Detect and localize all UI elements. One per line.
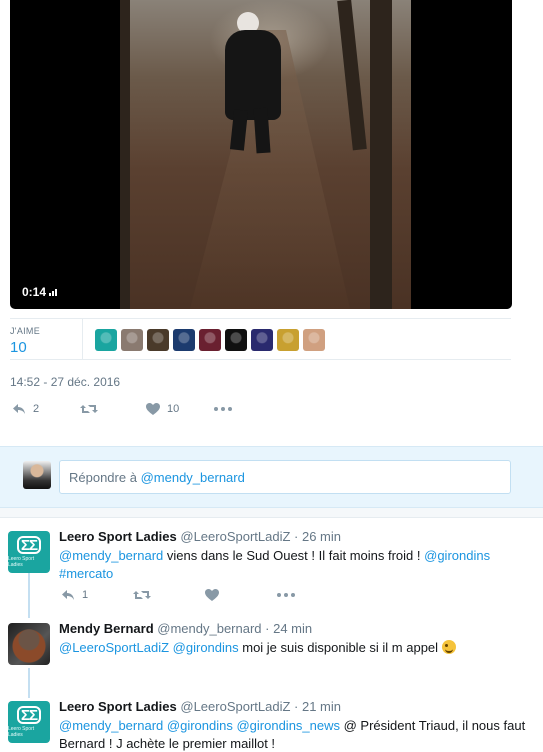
mention-link[interactable]: @mendy_bernard bbox=[59, 718, 163, 733]
reply-input[interactable]: Répondre à @mendy_bernard bbox=[59, 460, 511, 494]
hashtag-link[interactable]: #mercato bbox=[59, 566, 113, 581]
video-duration: 0:14 bbox=[22, 285, 58, 299]
retweet-button[interactable] bbox=[133, 589, 205, 601]
user-avatar-7[interactable] bbox=[251, 329, 273, 351]
user-avatar-5[interactable] bbox=[199, 329, 221, 351]
retweet-button[interactable] bbox=[80, 403, 146, 415]
reply-prefix: Répondre à bbox=[69, 470, 137, 485]
leero-avatar[interactable]: ΣΣ Leero Sport Ladies bbox=[8, 701, 50, 743]
mention-link[interactable]: @LeeroSportLadiZ bbox=[59, 640, 169, 655]
stats-divider bbox=[82, 319, 83, 359]
reply-mention: @mendy_bernard bbox=[140, 470, 245, 485]
mention-link[interactable]: @girondins bbox=[424, 548, 490, 563]
user-avatar-2[interactable] bbox=[121, 329, 143, 351]
more-dots-icon bbox=[214, 407, 232, 411]
reply-icon bbox=[13, 404, 25, 414]
tweet-item[interactable]: ΣΣ Leero Sport Ladies Leero Sport Ladies… bbox=[0, 529, 543, 609]
retweet-icon bbox=[80, 405, 98, 413]
liker-avatars bbox=[95, 329, 325, 351]
author-name[interactable]: Mendy Bernard bbox=[59, 621, 154, 636]
more-dots-icon bbox=[277, 593, 295, 597]
avatar-subtext: Leero Sport Ladies bbox=[8, 556, 35, 568]
heart-icon bbox=[146, 403, 160, 415]
author-name[interactable]: Leero Sport Ladies bbox=[59, 699, 177, 714]
reply-button[interactable]: 2 bbox=[12, 403, 80, 415]
video-frame bbox=[120, 0, 411, 309]
section-divider bbox=[0, 508, 543, 518]
likes-count[interactable]: 10 bbox=[10, 339, 27, 356]
author-handle[interactable]: @mendy_bernard bbox=[157, 621, 261, 636]
tweet-time[interactable]: · 21 min bbox=[294, 699, 341, 714]
tweet-item[interactable]: ΣΣ Leero Sport Ladies Leero Sport Ladies… bbox=[0, 699, 543, 752]
author-handle[interactable]: @LeeroSportLadiZ bbox=[180, 529, 290, 544]
mendy-avatar[interactable] bbox=[8, 623, 50, 665]
reply-icon bbox=[62, 590, 74, 600]
retweet-icon bbox=[133, 591, 151, 599]
leero-logo-icon: ΣΣ bbox=[17, 536, 41, 554]
author-handle[interactable]: @LeeroSportLadiZ bbox=[180, 699, 290, 714]
like-button[interactable]: 10 bbox=[146, 403, 214, 415]
tweet-text: @LeeroSportLadiZ @girondins moi je suis … bbox=[59, 639, 529, 657]
more-button[interactable] bbox=[214, 407, 232, 411]
thread-connector bbox=[28, 668, 30, 698]
user-avatar-6[interactable] bbox=[225, 329, 247, 351]
reply-composer: Répondre à @mendy_bernard bbox=[0, 446, 543, 508]
mention-link[interactable]: @girondins bbox=[173, 640, 239, 655]
video-tree bbox=[370, 0, 392, 309]
user-avatar-3[interactable] bbox=[147, 329, 169, 351]
reply-button[interactable]: 1 bbox=[61, 589, 133, 601]
video-tree bbox=[337, 0, 367, 151]
tweet-actions: 2 10 bbox=[12, 403, 232, 415]
video-player[interactable]: 0:14 bbox=[10, 0, 512, 309]
reply-count: 2 bbox=[33, 403, 40, 415]
video-runner-body bbox=[225, 30, 281, 120]
tweet-header: Leero Sport Ladies @LeeroSportLadiZ · 26… bbox=[59, 529, 341, 544]
tweet-header: Mendy Bernard @mendy_bernard · 24 min bbox=[59, 621, 312, 636]
user-avatar-4[interactable] bbox=[173, 329, 195, 351]
likes-stats: J'AIME 10 bbox=[10, 318, 511, 360]
tweet-actions: 1 bbox=[61, 589, 295, 601]
author-name[interactable]: Leero Sport Ladies bbox=[59, 529, 177, 544]
video-tree bbox=[120, 0, 130, 309]
like-count: 10 bbox=[167, 403, 180, 415]
tweet-time[interactable]: · 24 min bbox=[265, 621, 312, 636]
tweet-timestamp[interactable]: 14:52 - 27 déc. 2016 bbox=[10, 375, 120, 389]
tweet-time[interactable]: · 26 min bbox=[294, 529, 341, 544]
leero-logo-icon: ΣΣ bbox=[17, 706, 41, 724]
video-time-text: 0:14 bbox=[22, 285, 47, 299]
tweet-text: @mendy_bernard viens dans le Sud Ouest !… bbox=[59, 547, 529, 583]
like-button[interactable] bbox=[205, 589, 277, 601]
likes-label: J'AIME bbox=[10, 326, 41, 336]
tweet-item[interactable]: Mendy Bernard @mendy_bernard · 24 min @L… bbox=[0, 621, 543, 671]
mention-link[interactable]: @mendy_bernard bbox=[59, 548, 163, 563]
tweet-text-part: viens dans le Sud Ouest ! Il fait moins … bbox=[163, 548, 425, 563]
mention-link[interactable]: @girondins bbox=[167, 718, 233, 733]
tweet-text-part: moi je suis disponible si il m appel bbox=[238, 640, 442, 655]
heart-icon bbox=[205, 589, 219, 601]
leero-avatar[interactable] bbox=[95, 329, 117, 351]
current-user-avatar bbox=[23, 461, 51, 489]
tweet-header: Leero Sport Ladies @LeeroSportLadiZ · 21… bbox=[59, 699, 341, 714]
avatar-subtext: Leero Sport Ladies bbox=[8, 726, 35, 738]
tweet-text: @mendy_bernard @girondins @girondins_new… bbox=[59, 717, 529, 752]
reply-count: 1 bbox=[82, 589, 89, 601]
user-avatar-8[interactable] bbox=[277, 329, 299, 351]
winking-face-emoji bbox=[441, 640, 456, 654]
more-button[interactable] bbox=[277, 593, 295, 597]
volume-bars-icon bbox=[49, 288, 58, 296]
mention-link[interactable]: @girondins_news bbox=[236, 718, 340, 733]
user-avatar-9[interactable] bbox=[303, 329, 325, 351]
leero-avatar[interactable]: ΣΣ Leero Sport Ladies bbox=[8, 531, 50, 573]
